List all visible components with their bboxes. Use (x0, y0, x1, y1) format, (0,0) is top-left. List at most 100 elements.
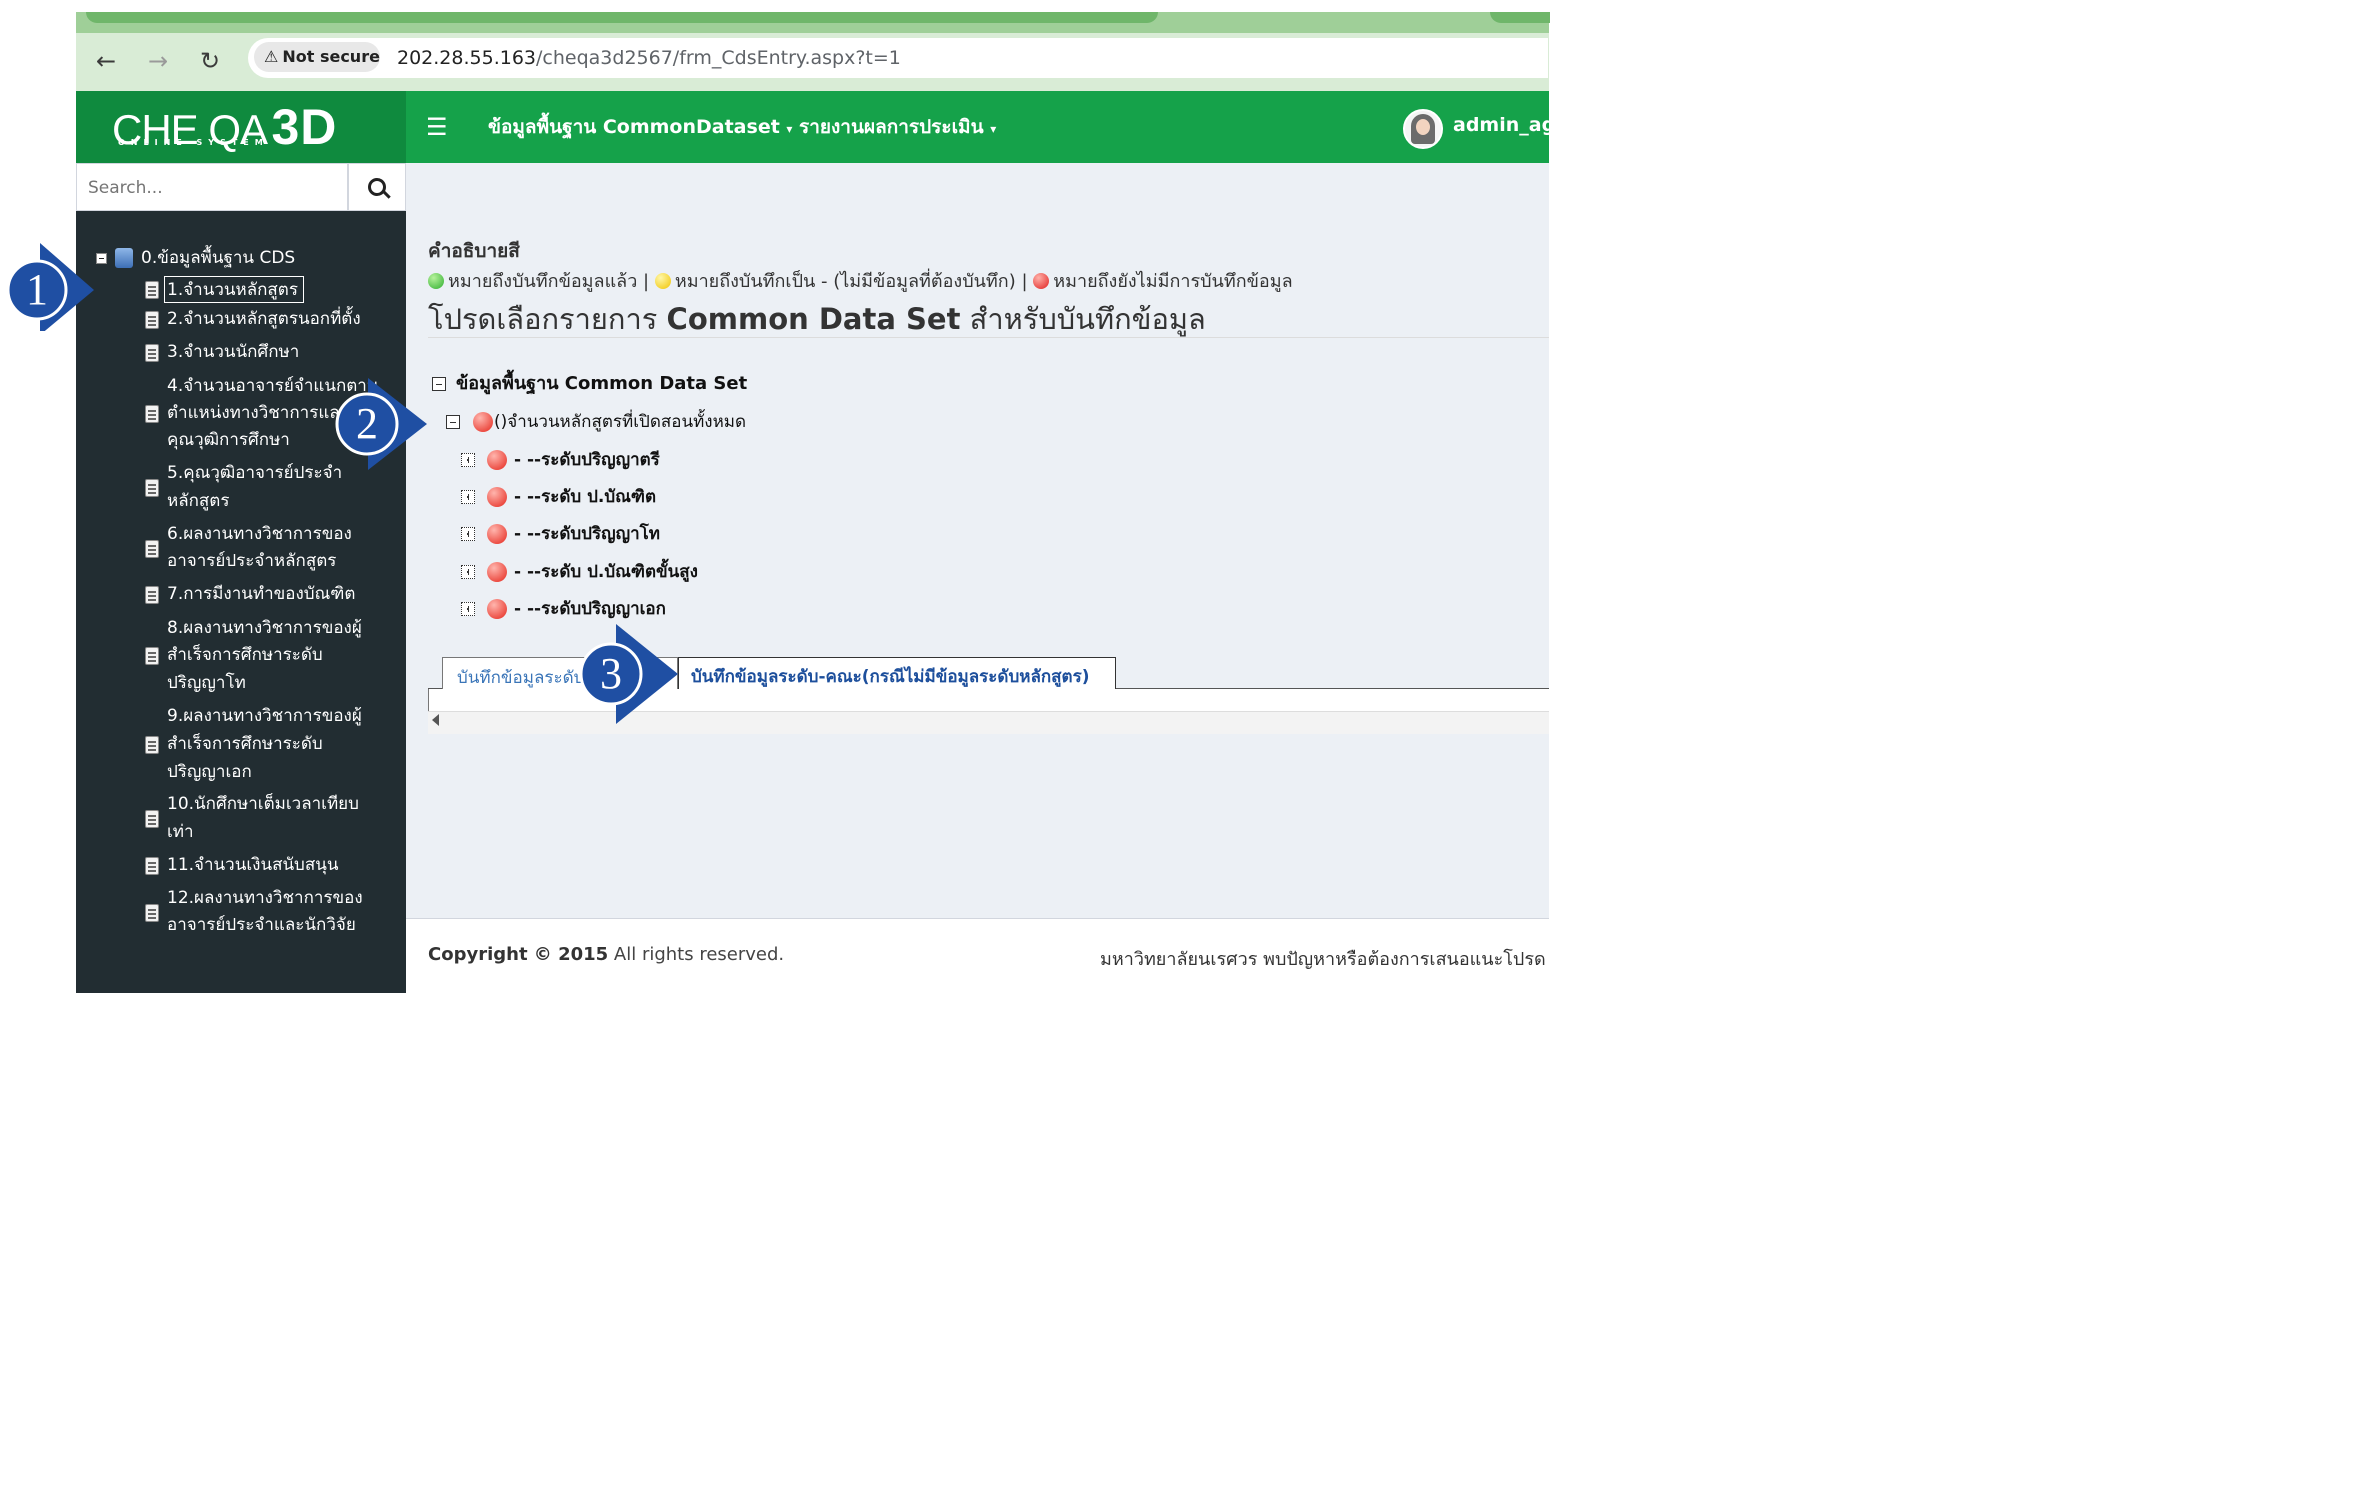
callout-3: 3 (578, 624, 678, 724)
search-button[interactable] (348, 163, 406, 211)
sidebar-item-1[interactable]: 1.จำนวนหลักสูตร (164, 276, 304, 303)
database-icon (115, 248, 133, 268)
callout-1: 1 (6, 241, 96, 331)
red-status-icon (487, 562, 507, 582)
search-input[interactable] (86, 170, 340, 206)
brand-subtitle: ONLINE SYSTEM (118, 138, 269, 147)
sidebar-item-7[interactable]: 7.การมีงานทำของบัณฑิต (167, 580, 355, 608)
menu-evaluation-report-label: รายงานผลการประเมิน (799, 116, 984, 138)
red-status-icon (487, 450, 507, 470)
tree-collapse-icon[interactable] (96, 253, 107, 264)
tab-faculty-level[interactable]: บันทึกข้อมูลระดับ-คณะ(กรณีไม่มีข้อมูลระด… (678, 657, 1116, 689)
document-icon (145, 540, 159, 558)
red-status-icon (473, 412, 493, 432)
sidebar-item-10-line-1[interactable]: 10.นักศึกษาเต็มเวลาเทียบ (167, 790, 359, 818)
document-icon (145, 736, 159, 754)
url-path: /cheqa3d2567/frm_CdsEntry.aspx?t=1 (536, 47, 901, 69)
tree-child-2[interactable]: - --ระดับ ป.บัณฑิต (514, 484, 656, 510)
tree-collapse-icon[interactable] (432, 377, 446, 391)
tree-expand-icon[interactable] (461, 453, 475, 467)
sidebar-item-8-line-3[interactable]: ปริญญาโท (167, 669, 246, 697)
browser-active-tab[interactable] (86, 12, 1158, 23)
green-dot-icon (428, 273, 444, 289)
url-text[interactable]: 202.28.55.163/cheqa3d2567/frm_CdsEntry.a… (397, 44, 901, 72)
menu-evaluation-report[interactable]: รายงานผลการประเมิน ▾ (799, 113, 996, 143)
warning-triangle-icon: ⚠ (264, 47, 279, 66)
red-status-icon (487, 599, 507, 619)
tree-child-1[interactable]: - --ระดับปริญญาตรี (514, 447, 660, 473)
caret-down-icon: ▾ (990, 122, 997, 136)
brand-name-b: 3D (271, 99, 338, 155)
document-icon (145, 479, 159, 497)
sidebar-item-8-line-2[interactable]: สำเร็จการศึกษาระดับ (167, 641, 323, 669)
callout-1-number: 1 (26, 265, 48, 314)
document-icon (145, 281, 159, 299)
page-title: โปรดเลือกรายการ Common Data Set สำหรับบั… (428, 296, 1206, 342)
footer-contact-text: มหาวิทยาลัยนเรศวร พบปัญหาหรือต้องการเสนอ… (1100, 949, 1546, 970)
tree-expand-icon[interactable] (461, 565, 475, 579)
color-legend: หมายถึงบันทึกข้อมูลแล้ว | หมายถึงบันทึกเ… (428, 266, 1293, 295)
legend-red-text: หมายถึงยังไม่มีการบันทึกข้อมูล (1053, 271, 1293, 292)
page-title-bold: Common Data Set (666, 302, 961, 336)
sidebar-item-10-line-2[interactable]: เท่า (167, 818, 194, 846)
document-icon (145, 586, 159, 604)
document-icon (145, 857, 159, 875)
user-name[interactable]: admin_agri (1453, 114, 1571, 136)
caret-down-icon: ▾ (786, 122, 793, 136)
sidebar-item-9-line-1[interactable]: 9.ผลงานทางวิชาการของผู้ (167, 702, 362, 730)
heading-divider (428, 337, 1549, 338)
copyright-text: Copyright © 2015 All rights reserved. (428, 944, 784, 965)
sidebar-item-5-line-1[interactable]: 5.คุณวุฒิอาจารย์ประจำ (167, 459, 342, 487)
tree-node-label[interactable]: ()จำนวนหลักสูตรที่เปิดสอนทั้งหมด (494, 409, 746, 435)
callout-3-number: 3 (600, 649, 622, 698)
yellow-dot-icon (654, 273, 671, 289)
sidebar-item-4-line-3[interactable]: คุณวุฒิการศึกษา (167, 426, 290, 454)
document-icon (145, 810, 159, 828)
sidebar-item-12-line-1[interactable]: 12.ผลงานทางวิชาการของ (167, 884, 363, 912)
reload-icon[interactable]: ↻ (193, 44, 227, 78)
forward-arrow-icon[interactable]: → (141, 44, 175, 78)
copyright-rest: All rights reserved. (608, 944, 785, 965)
sidebar-item-6-line-2[interactable]: อาจารย์ประจำหลักสูตร (167, 547, 336, 575)
tree-expand-icon[interactable] (461, 602, 475, 616)
sidebar-item-8-line-1[interactable]: 8.ผลงานทางวิชาการของผู้ (167, 614, 362, 642)
tree-collapse-icon[interactable] (446, 415, 460, 429)
sidebar-item-6-line-1[interactable]: 6.ผลงานทางวิชาการของ (167, 520, 352, 548)
brand-logo[interactable]: CHE QA 3D (112, 98, 337, 156)
sidebar-item-12-line-2[interactable]: อาจารย์ประจำและนักวิจัย (167, 911, 356, 939)
menu-common-dataset[interactable]: ข้อมูลพื้นฐาน CommonDataset ▾ (488, 113, 792, 143)
tree-expand-icon[interactable] (461, 527, 475, 541)
document-icon (145, 405, 159, 423)
tree-child-3[interactable]: - --ระดับปริญญาโท (514, 521, 660, 547)
red-status-icon (487, 524, 507, 544)
page-title-post: สำหรับบันทึกข้อมูล (960, 302, 1206, 336)
tree-child-4[interactable]: - --ระดับ ป.บัณฑิตขั้นสูง (514, 559, 698, 585)
copyright-bold: Copyright © 2015 (428, 944, 609, 965)
user-avatar[interactable] (1403, 109, 1443, 149)
url-host: 202.28.55.163 (397, 47, 537, 69)
red-status-icon (487, 487, 507, 507)
legend-yellow-text: หมายถึงบันทึกเป็น - (ไม่มีข้อมูลที่ต้องบ… (674, 271, 1028, 292)
sidebar-root-label[interactable]: 0.ข้อมูลพื้นฐาน CDS (141, 244, 295, 272)
tree-expand-icon[interactable] (461, 490, 475, 504)
sidebar-item-2[interactable]: 2.จำนวนหลักสูตรนอกที่ตั้ง (167, 305, 361, 333)
document-icon (145, 311, 159, 329)
hamburger-menu-icon[interactable]: ☰ (426, 114, 448, 140)
back-arrow-icon[interactable]: ← (89, 44, 123, 78)
sidebar-item-9-line-2[interactable]: สำเร็จการศึกษาระดับ (167, 730, 323, 758)
security-chip[interactable]: ⚠ Not secure (254, 42, 380, 72)
tree-root-label[interactable]: ข้อมูลพื้นฐาน Common Data Set (456, 371, 747, 397)
sidebar-item-5-line-2[interactable]: หลักสูตร (167, 487, 229, 515)
scroll-left-arrow-icon[interactable] (432, 714, 439, 726)
tree-child-5[interactable]: - --ระดับปริญญาเอก (514, 596, 666, 622)
legend-title: คำอธิบายสี (428, 240, 520, 262)
browser-tab-edge (1490, 12, 1550, 23)
callout-2: 2 (334, 378, 427, 470)
sidebar-item-11[interactable]: 11.จำนวนเงินสนับสนุน (167, 851, 338, 879)
sidebar-item-3[interactable]: 3.จำนวนนักศึกษา (167, 338, 299, 366)
menu-common-dataset-label: ข้อมูลพื้นฐาน CommonDataset (488, 116, 780, 138)
sidebar-item-9-line-3[interactable]: ปริญญาเอก (167, 758, 252, 786)
security-label: Not secure (282, 47, 380, 66)
document-icon (145, 647, 159, 665)
page-title-pre: โปรดเลือกรายการ (428, 302, 667, 336)
